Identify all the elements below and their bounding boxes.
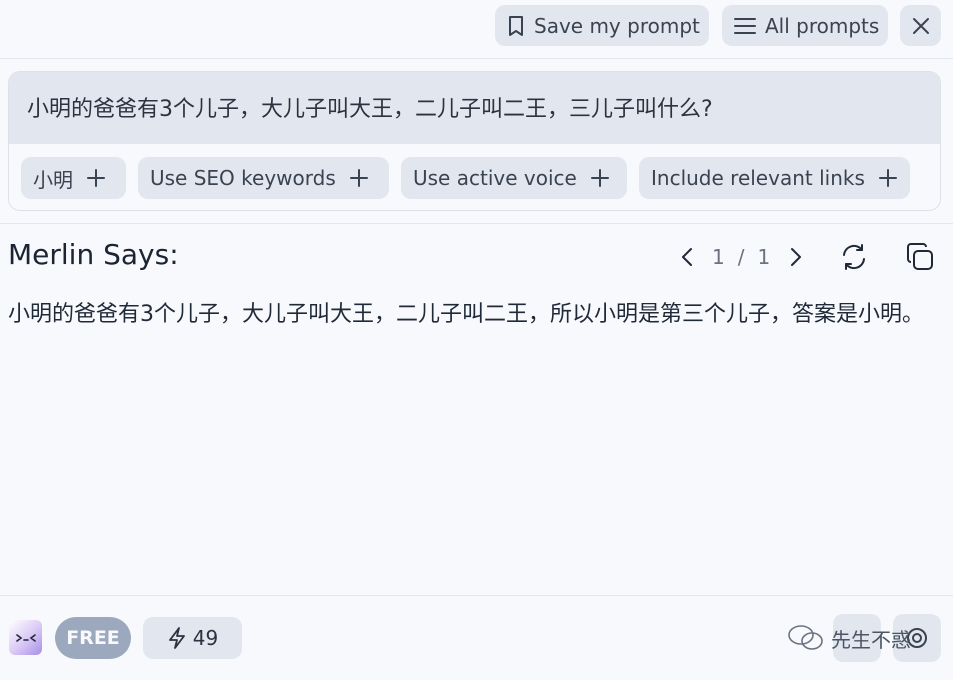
response-body: 小明的爸爸有3个儿子，大儿子叫大王，二儿子叫二王，所以小明是第三个儿子，答案是小… (8, 302, 925, 327)
credits-count: 49 (192, 626, 219, 650)
chevron-left-icon[interactable] (676, 245, 700, 269)
prompt-input[interactable]: 小明的爸爸有3个儿子，大儿子叫大王，二儿子叫二王，三儿子叫什么? (9, 72, 940, 144)
merlin-panel: Save my prompt All prompts 小明的爸爸有3个儿子，大儿… (0, 0, 953, 680)
watermark: 先生不惑 (787, 622, 911, 654)
chip-use-active-voice[interactable]: Use active voice (401, 157, 627, 199)
close-icon (912, 17, 929, 34)
menu-icon (734, 17, 756, 34)
chip-label: Use active voice (413, 166, 577, 190)
copy-icon (907, 243, 933, 270)
chevron-right-icon[interactable] (783, 245, 807, 269)
bookmark-icon (509, 15, 523, 36)
chip-include-relevant-links[interactable]: Include relevant links (639, 157, 910, 199)
plan-badge: FREE (55, 617, 131, 659)
plus-icon (349, 169, 368, 187)
response-title: Merlin Says: (8, 238, 179, 271)
chip-label: Include relevant links (651, 166, 865, 190)
section-divider (0, 223, 953, 224)
all-prompts-label: All prompts (765, 13, 880, 38)
chip-xiaoming[interactable]: 小明 (21, 157, 126, 199)
watermark-text: 先生不惑 (831, 627, 911, 652)
pager-total: 1 (757, 245, 772, 269)
top-toolbar: Save my prompt All prompts (0, 0, 953, 59)
plus-icon (590, 169, 609, 187)
pager-separator: / (737, 245, 746, 269)
response-pager: 1 / 1 (676, 240, 807, 274)
plus-icon (87, 169, 105, 187)
lightning-icon (168, 627, 185, 649)
pager-current: 1 (712, 245, 726, 269)
plus-icon (878, 169, 897, 187)
prompt-chips: 小明 Use SEO keywords Use active voice Inc… (9, 144, 940, 210)
all-prompts-button[interactable]: All prompts (722, 5, 888, 46)
chip-use-seo-keywords[interactable]: Use SEO keywords (138, 157, 389, 199)
refresh-icon (843, 244, 865, 270)
credits-indicator[interactable]: 49 (143, 617, 242, 659)
save-prompt-button[interactable]: Save my prompt (495, 5, 709, 46)
regenerate-button[interactable] (837, 240, 871, 274)
merlin-logo-icon (9, 620, 42, 655)
chip-label: Use SEO keywords (150, 166, 336, 190)
close-button[interactable] (900, 5, 941, 46)
wechat-icon (788, 625, 823, 650)
copy-button[interactable] (903, 240, 937, 274)
save-prompt-label: Save my prompt (534, 13, 700, 38)
chip-label: 小明 (33, 167, 73, 192)
footer-divider (0, 595, 953, 596)
prompt-text: 小明的爸爸有3个儿子，大儿子叫大王，二儿子叫二王，三儿子叫什么? (27, 97, 713, 122)
prompt-card: 小明的爸爸有3个儿子，大儿子叫大王，二儿子叫二王，三儿子叫什么? 小明 Use … (8, 71, 941, 211)
